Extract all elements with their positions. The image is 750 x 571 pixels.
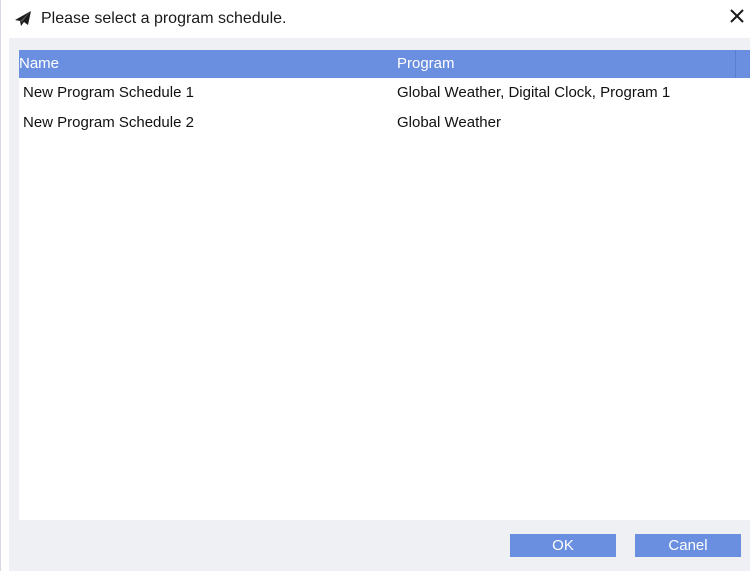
- select-program-schedule-dialog: Please select a program schedule. Name P…: [0, 0, 750, 571]
- schedule-program-cell: Global Weather: [397, 114, 501, 131]
- title-bar: Please select a program schedule.: [1, 0, 750, 38]
- table-row[interactable]: New Program Schedule 2 Global Weather: [19, 108, 750, 138]
- schedule-program-cell: Global Weather, Digital Clock, Program 1: [397, 84, 671, 101]
- close-icon[interactable]: [725, 5, 749, 29]
- dialog-title: Please select a program schedule.: [41, 10, 287, 27]
- list-header: Name Program: [19, 50, 750, 78]
- column-divider: [735, 50, 736, 78]
- dialog-footer: OK Canel: [9, 520, 750, 571]
- column-header-program[interactable]: Program: [397, 50, 735, 78]
- ok-button[interactable]: OK: [510, 534, 616, 557]
- schedule-name-cell: New Program Schedule 2: [23, 114, 194, 131]
- column-header-name[interactable]: Name: [19, 50, 397, 78]
- schedule-list: Name Program New Program Schedule 1 Glob…: [19, 50, 750, 520]
- dialog-content: Name Program New Program Schedule 1 Glob…: [9, 38, 750, 571]
- paper-plane-icon: [13, 9, 33, 29]
- cancel-button[interactable]: Canel: [635, 534, 741, 557]
- table-row[interactable]: New Program Schedule 1 Global Weather, D…: [19, 78, 750, 108]
- schedule-name-cell: New Program Schedule 1: [23, 84, 194, 101]
